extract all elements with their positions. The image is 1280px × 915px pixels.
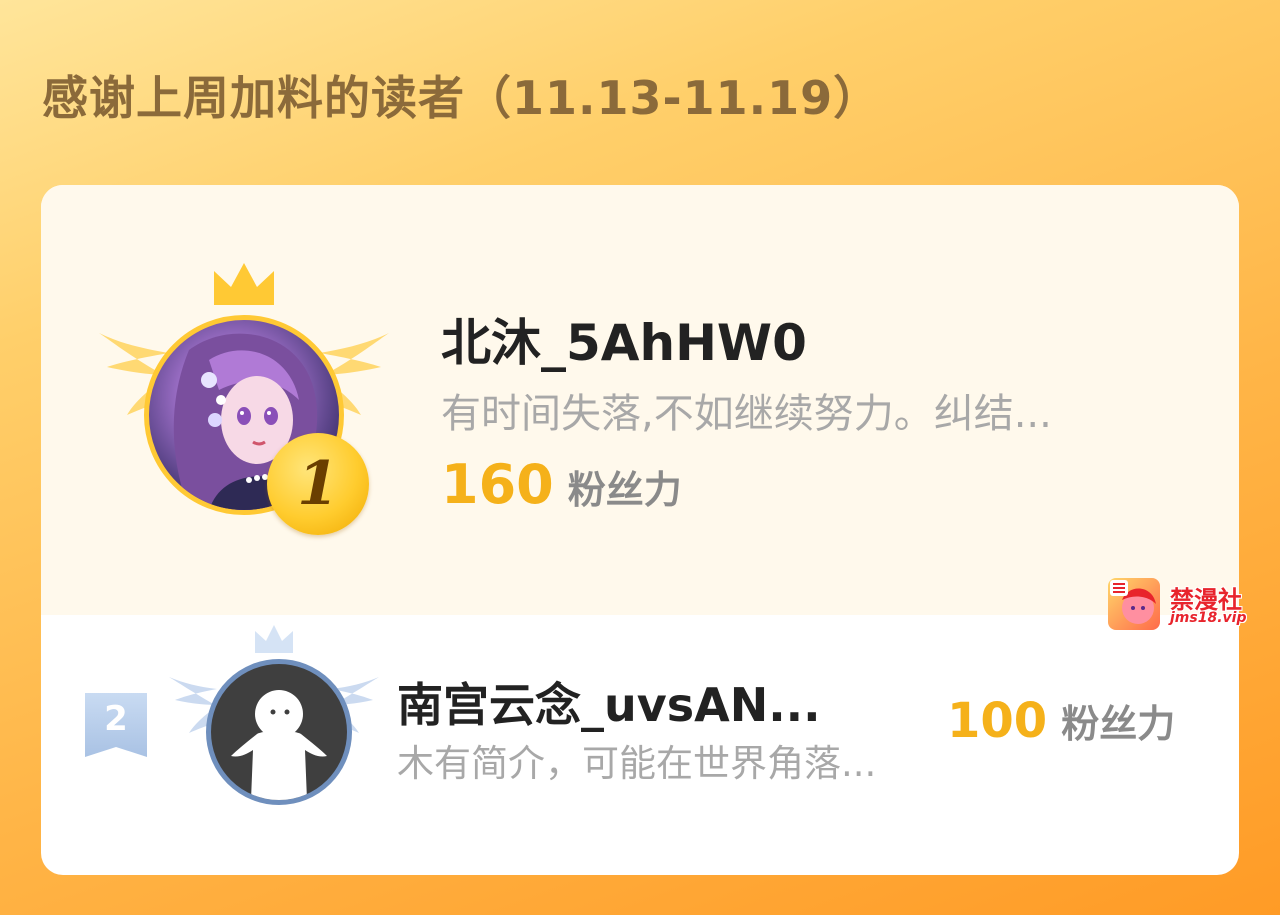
leaderboard-card: 1 北沐_5AhHW0 有时间失落,不如继续努力。纠结... 160 粉丝力 2 — [41, 185, 1239, 875]
reader-1-score-unit: 粉丝力 — [567, 468, 682, 512]
anime-character-logo-icon — [1110, 580, 1156, 624]
rank-1-number: 1 — [297, 449, 339, 519]
reader-2-avatar[interactable] — [206, 659, 352, 805]
rank-2-avatar-badge — [169, 625, 379, 815]
reader-1-name[interactable]: 北沐_5AhHW0 — [441, 303, 807, 375]
reader-1-bio: 有时间失落,不如继续努力。纠结... — [441, 391, 1052, 437]
reader-1-score-value: 160 — [441, 453, 554, 516]
watermark-url: jms18.vip — [1170, 610, 1247, 626]
rank-1-medal: 1 — [267, 433, 369, 535]
reader-1-score: 160 粉丝力 — [441, 453, 682, 516]
rank-1-avatar-badge: 1 — [99, 263, 389, 535]
reader-2-bio: 木有简介，可能在世界角落... — [397, 742, 877, 785]
reader-2-score: 100 粉丝力 — [947, 693, 1175, 749]
reader-2-score-unit: 粉丝力 — [1061, 702, 1176, 746]
reader-2-name[interactable]: 南宫云念_uvsAN... — [397, 669, 821, 735]
page-title: 感谢上周加料的读者（11.13-11.19） — [42, 71, 881, 125]
site-watermark: 禁漫社 jms18.vip — [1108, 578, 1278, 632]
rank-2-number: 2 — [104, 699, 128, 739]
rank-2-tag: 2 — [85, 693, 147, 757]
default-user-avatar-icon — [231, 690, 327, 800]
reader-2-score-value: 100 — [947, 693, 1048, 749]
watermark-logo-icon — [1108, 578, 1160, 630]
